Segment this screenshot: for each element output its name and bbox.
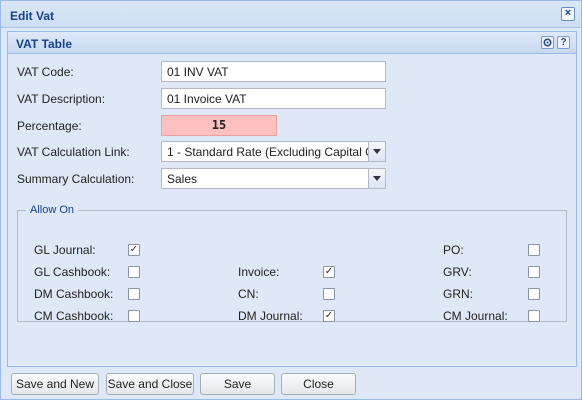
- percentage-label: Percentage:: [17, 119, 82, 133]
- button-bar: Save and New Save and Close Save Close: [7, 371, 577, 397]
- allow-on-fieldset: Allow On GL Journal: ✓ GL Cashbook: DM C…: [17, 204, 567, 323]
- window-titlebar[interactable]: Edit Vat ×: [1, 1, 581, 28]
- invoice-label: Invoice:: [238, 265, 280, 279]
- cn-label: CN:: [238, 287, 259, 301]
- summary-calculation-label: Summary Calculation:: [17, 172, 135, 186]
- save-and-close-button[interactable]: Save and Close: [106, 373, 194, 395]
- grv-checkbox[interactable]: [528, 266, 540, 278]
- gl-journal-checkbox[interactable]: ✓: [128, 244, 140, 256]
- panel-header: VAT Table ?: [8, 32, 576, 54]
- gear-icon[interactable]: [541, 36, 554, 49]
- chevron-down-icon[interactable]: [368, 169, 385, 188]
- dm-cashbook-label: DM Cashbook:: [34, 287, 114, 301]
- cm-journal-checkbox[interactable]: [528, 310, 540, 322]
- panel-title: VAT Table: [16, 37, 73, 51]
- vat-code-input[interactable]: 01 INV VAT: [161, 61, 386, 82]
- dm-journal-checkbox[interactable]: ✓: [323, 310, 335, 322]
- gl-cashbook-checkbox[interactable]: [128, 266, 140, 278]
- vat-description-input[interactable]: 01 Invoice VAT: [161, 88, 386, 109]
- summary-calculation-combo[interactable]: Sales: [161, 168, 386, 189]
- gear-icon-graphic: [543, 38, 552, 47]
- invoice-checkbox[interactable]: ✓: [323, 266, 335, 278]
- gl-cashbook-label: GL Cashbook:: [34, 265, 111, 279]
- cm-cashbook-label: CM Cashbook:: [34, 309, 114, 323]
- cm-cashbook-checkbox[interactable]: [128, 310, 140, 322]
- dm-cashbook-checkbox[interactable]: [128, 288, 140, 300]
- cn-checkbox[interactable]: [323, 288, 335, 300]
- close-icon[interactable]: ×: [561, 7, 575, 21]
- grv-label: GRV:: [443, 265, 472, 279]
- window-title: Edit Vat: [10, 9, 55, 23]
- cm-journal-label: CM Journal:: [443, 309, 508, 323]
- chevron-down-icon[interactable]: [368, 142, 385, 161]
- dm-journal-label: DM Journal:: [238, 309, 303, 323]
- save-button[interactable]: Save: [200, 373, 275, 395]
- vat-calculation-link-label: VAT Calculation Link:: [17, 145, 130, 159]
- help-icon[interactable]: ?: [557, 36, 570, 49]
- gl-journal-label: GL Journal:: [34, 243, 96, 257]
- summary-calculation-value: Sales: [167, 172, 198, 186]
- vat-description-label: VAT Description:: [17, 92, 106, 106]
- save-and-new-button[interactable]: Save and New: [11, 373, 99, 395]
- grn-checkbox[interactable]: [528, 288, 540, 300]
- allow-on-legend: Allow On: [30, 204, 75, 216]
- vat-code-label: VAT Code:: [17, 65, 74, 79]
- close-button[interactable]: Close: [281, 373, 356, 395]
- vat-table-panel: VAT Table ? VAT Code: 01 INV VAT VAT Des…: [7, 31, 577, 367]
- po-label: PO:: [443, 243, 464, 257]
- vat-calculation-link-combo[interactable]: 1 - Standard Rate (Excluding Capital G: [161, 141, 386, 162]
- vat-calculation-link-value: 1 - Standard Rate (Excluding Capital G: [167, 145, 375, 159]
- grn-label: GRN:: [443, 287, 473, 301]
- percentage-input[interactable]: 15: [161, 115, 277, 136]
- po-checkbox[interactable]: [528, 244, 540, 256]
- edit-vat-window: Edit Vat × VAT Table ? VAT Code: 01 INV …: [0, 0, 582, 400]
